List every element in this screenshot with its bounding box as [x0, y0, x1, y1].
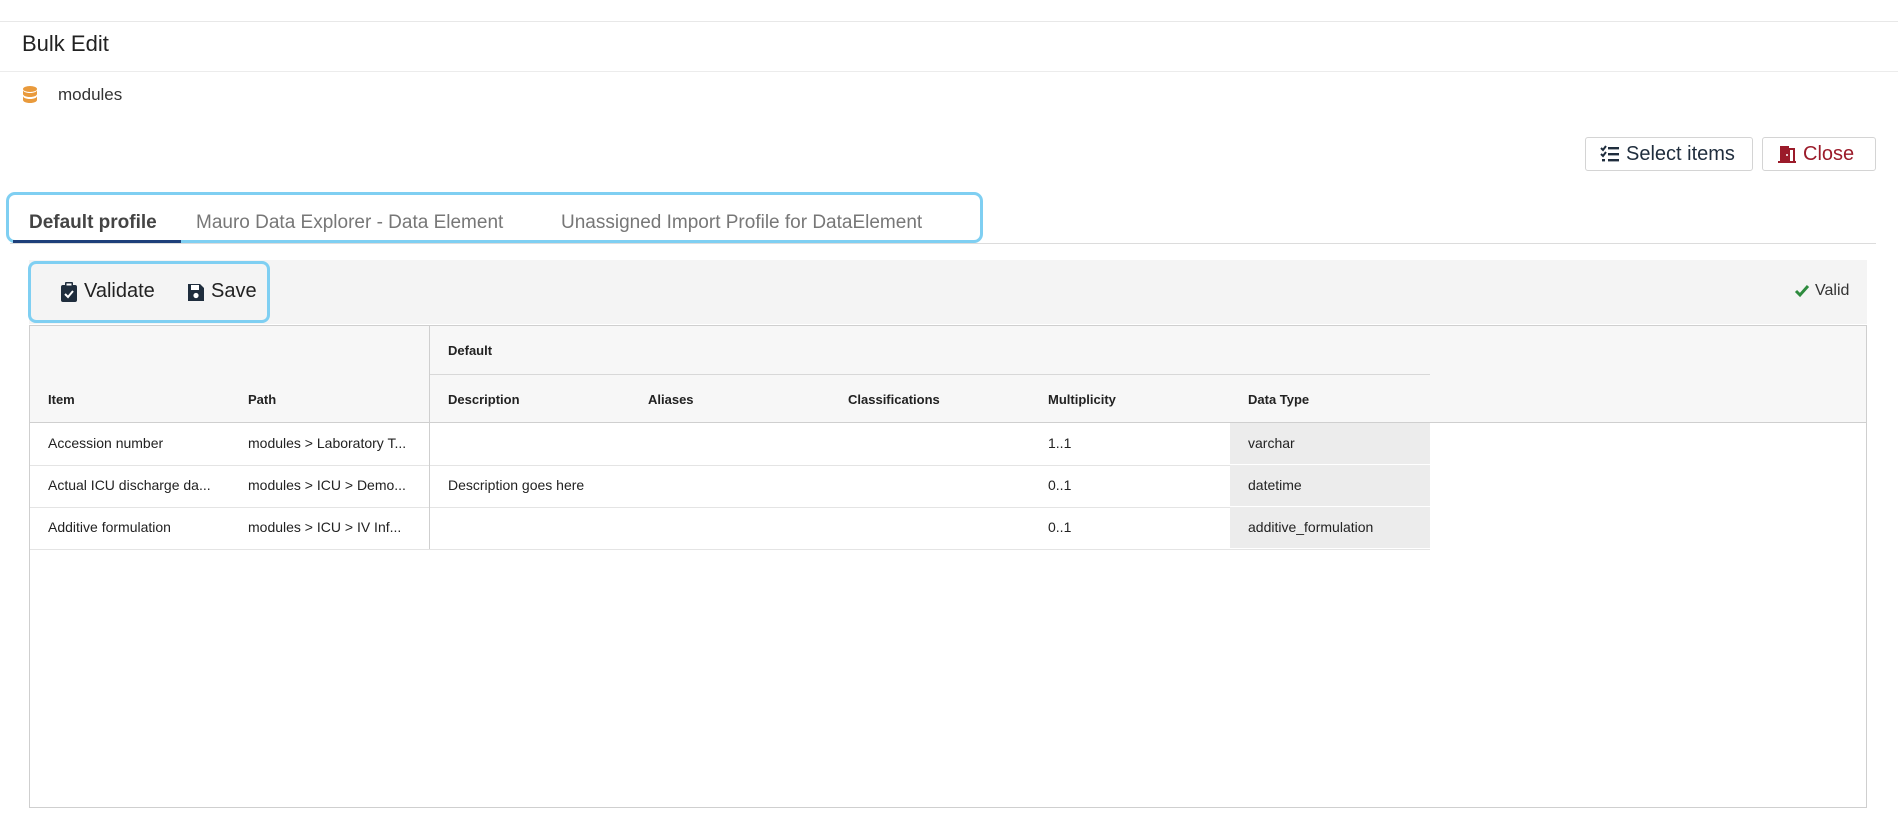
floppy-disk-icon: [188, 283, 204, 301]
close-button[interactable]: Close: [1762, 137, 1876, 171]
column-header-classifications[interactable]: Classifications: [848, 392, 1038, 407]
cell-path: modules > Laboratory T...: [248, 435, 407, 451]
cell-item: Additive formulation: [48, 519, 171, 535]
validation-status: Valid: [1794, 282, 1849, 300]
column-header-aliases[interactable]: Aliases: [648, 392, 838, 407]
database-icon: [23, 86, 37, 103]
cell-item: Accession number: [48, 435, 164, 451]
clipboard-check-icon: [61, 281, 77, 302]
cell-data-type[interactable]: varchar: [1248, 435, 1428, 451]
save-label: Save: [211, 280, 257, 302]
cell-multiplicity[interactable]: 1..1: [1048, 435, 1238, 451]
cell-multiplicity[interactable]: 0..1: [1048, 519, 1238, 535]
top-divider: [0, 21, 1898, 22]
pinned-column-divider: [429, 326, 430, 549]
close-label: Close: [1803, 142, 1855, 165]
breadcrumb: modules: [22, 85, 122, 105]
cell-data-type[interactable]: datetime: [1248, 477, 1428, 493]
table-row-divider: [30, 549, 1430, 550]
validate-label: Validate: [84, 280, 155, 302]
breadcrumb-label[interactable]: modules: [58, 85, 122, 105]
column-header-path[interactable]: Path: [248, 392, 423, 407]
cell-path: modules > ICU > IV Inf...: [248, 519, 402, 535]
validate-button[interactable]: Validate: [60, 280, 155, 303]
column-group-default: Default: [448, 343, 493, 358]
table-row-divider: [30, 507, 1430, 508]
title-divider: [0, 71, 1898, 72]
validation-status-label: Valid: [1815, 282, 1850, 299]
save-button[interactable]: Save: [187, 280, 257, 303]
bulk-edit-grid: Default Item Path Description Aliases Classi…: [29, 325, 1867, 808]
column-header-multiplicity[interactable]: Multiplicity: [1048, 392, 1238, 407]
column-header-item[interactable]: Item: [48, 392, 228, 407]
column-header-description[interactable]: Description: [448, 392, 638, 407]
cell-description[interactable]: Description goes here: [448, 477, 638, 493]
tab-default-profile[interactable]: Default profile: [29, 212, 157, 234]
column-header-data-type[interactable]: Data Type: [1248, 392, 1428, 407]
cell-multiplicity[interactable]: 0..1: [1048, 477, 1238, 493]
door-exit-icon: [1778, 146, 1796, 163]
tabs-divider: [10, 243, 1876, 244]
cell-path: modules > ICU > Demo...: [248, 477, 406, 493]
tab-mauro-data-explorer[interactable]: Mauro Data Explorer - Data Element: [196, 212, 503, 234]
checkmark-icon: [1794, 285, 1810, 298]
page-title: Bulk Edit: [22, 31, 109, 56]
table-row-divider: [30, 465, 1430, 466]
action-bar: [29, 260, 1867, 324]
select-items-label: Select items: [1626, 142, 1735, 165]
cell-data-type[interactable]: additive_formulation: [1248, 519, 1428, 535]
tab-unassigned-import-profile[interactable]: Unassigned Import Profile for DataElemen…: [561, 212, 922, 234]
group-header-divider: [430, 374, 1430, 375]
checklist-icon: [1600, 145, 1619, 162]
cell-item: Actual ICU discharge da...: [48, 477, 211, 493]
select-items-button[interactable]: Select items: [1585, 137, 1753, 171]
